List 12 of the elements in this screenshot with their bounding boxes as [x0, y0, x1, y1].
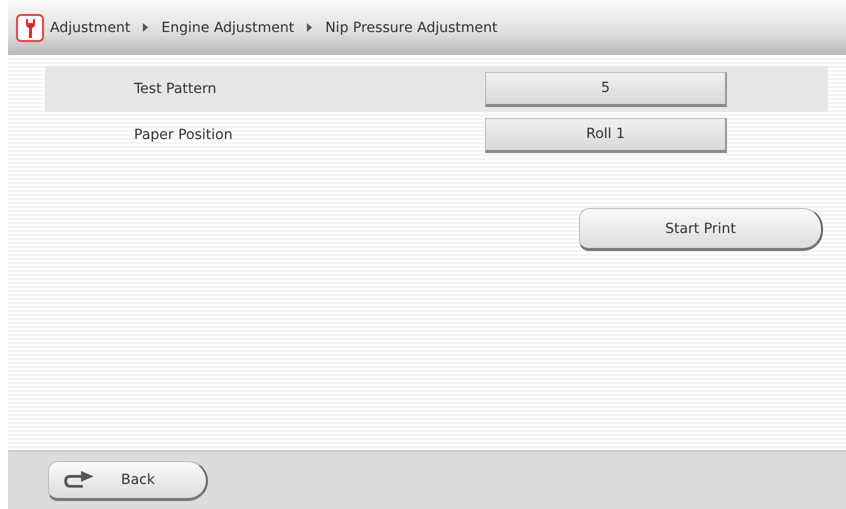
breadcrumb-item[interactable]: Adjustment: [50, 20, 130, 36]
setting-value-button[interactable]: Roll 1: [485, 118, 727, 152]
breadcrumb-item[interactable]: Nip Pressure Adjustment: [325, 20, 498, 36]
setting-label: Paper Position: [134, 127, 234, 143]
chevron-right-icon: [306, 22, 314, 33]
setting-label: Test Pattern: [134, 81, 218, 97]
chevron-right-icon: [142, 22, 150, 33]
breadcrumb-item[interactable]: Engine Adjustment: [161, 20, 294, 36]
wrench-icon: [16, 14, 44, 42]
setting-value-button[interactable]: 5: [485, 72, 727, 106]
back-button[interactable]: Back: [48, 460, 208, 500]
start-print-button[interactable]: Start Print: [579, 208, 823, 251]
